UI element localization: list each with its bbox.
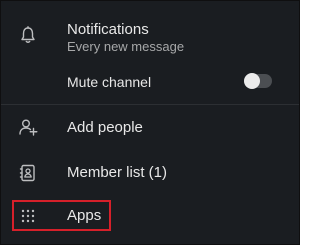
mute-channel-label: Mute channel [67, 74, 152, 90]
divider [1, 104, 299, 105]
notifications-sublabel: Every new message [67, 39, 185, 54]
add-person-icon [19, 119, 38, 136]
apps-highlight-box [12, 200, 111, 231]
bell-icon [21, 26, 35, 43]
member-list-icon [19, 164, 35, 182]
menu-item-notifications[interactable]: Notifications Every new message [1, 1, 299, 63]
notifications-label: Notifications [67, 21, 149, 38]
mute-channel-toggle[interactable] [244, 73, 272, 89]
add-people-label: Add people [67, 119, 143, 136]
menu-item-add-people[interactable]: Add people [1, 106, 299, 150]
menu-item-member-list[interactable]: Member list (1) [1, 152, 299, 194]
channel-settings-menu: Notifications Every new message Mute cha… [0, 0, 300, 245]
member-list-label: Member list (1) [67, 164, 168, 181]
toggle-knob [244, 73, 260, 89]
